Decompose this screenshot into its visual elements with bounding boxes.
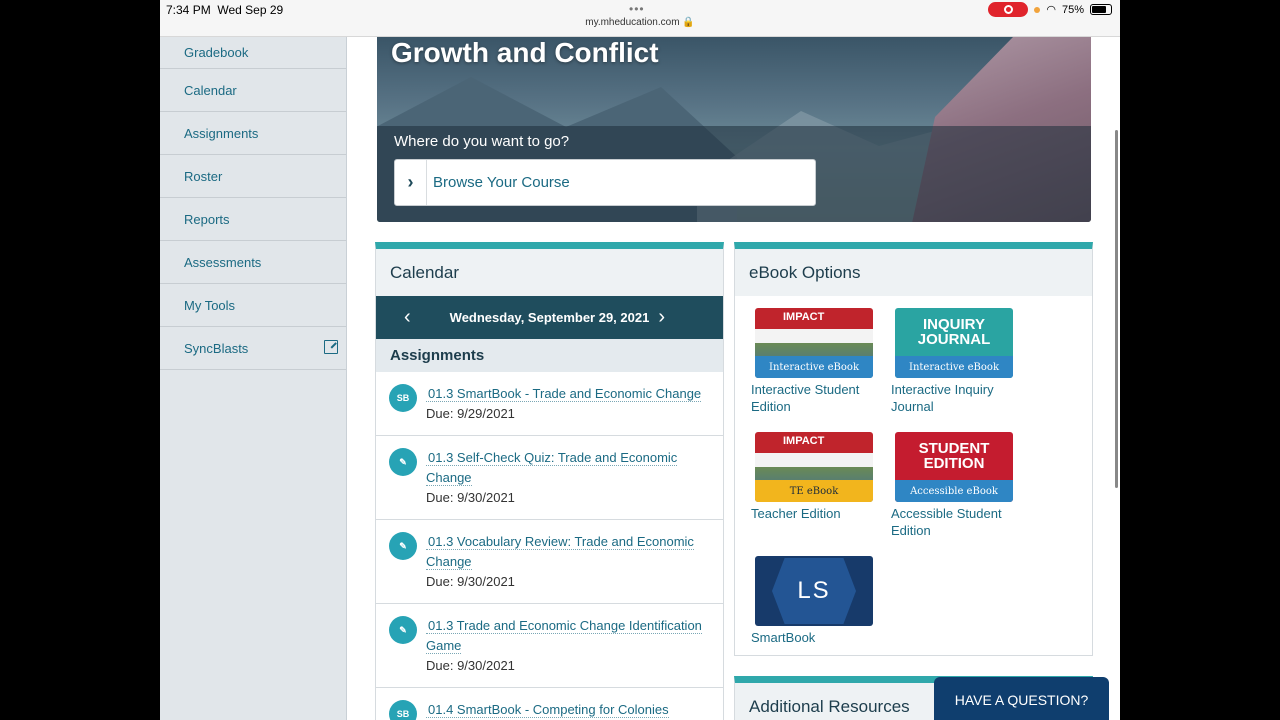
due-date: Due: 9/30/2021 bbox=[426, 574, 515, 589]
sidebar-item-calendar[interactable]: Calendar bbox=[160, 69, 346, 112]
status-bar: 7:34 PM Wed Sep 29 ••• my.mheducation.co… bbox=[160, 0, 1120, 37]
sidebar-item-syncblasts[interactable]: SyncBlasts bbox=[160, 327, 346, 370]
sidebar-item-reports[interactable]: Reports bbox=[160, 198, 346, 241]
list-item: ✎ 01.3 Self-Check Quiz: Trade and Econom… bbox=[376, 436, 723, 520]
ebook-inquiry-journal[interactable]: INQUIRY JOURNAL Interactive eBook Intera… bbox=[891, 308, 1021, 415]
smartbook-icon: SB bbox=[389, 700, 417, 720]
list-item: ✎ 01.3 Vocabulary Review: Trade and Econ… bbox=[376, 520, 723, 604]
ebook-cover: INQUIRY JOURNAL Interactive eBook bbox=[895, 308, 1013, 378]
status-icons: ◠ 75% bbox=[988, 2, 1112, 17]
battery-icon bbox=[1090, 4, 1112, 15]
assignment-link[interactable]: 01.3 SmartBook - Trade and Economic Chan… bbox=[426, 386, 702, 402]
ebook-interactive-student[interactable]: IMPACT Interactive eBook Interactive Stu… bbox=[751, 308, 881, 415]
ebook-smartbook[interactable]: LS SmartBook bbox=[751, 556, 881, 646]
ebook-cover: STUDENT EDITION Accessible eBook bbox=[895, 432, 1013, 502]
sidebar-item-assessments[interactable]: Assessments bbox=[160, 241, 346, 284]
ebook-teacher-edition[interactable]: IMPACT TE eBook Teacher Edition bbox=[751, 432, 881, 522]
due-date: Due: 9/30/2021 bbox=[426, 658, 515, 673]
ebook-options-card: eBook Options IMPACT Interactive eBook I… bbox=[734, 242, 1093, 656]
calendar-card: Calendar ‹ Wednesday, September 29, 2021… bbox=[375, 242, 724, 720]
calendar-heading: Calendar bbox=[376, 249, 723, 296]
sidebar-item-assignments[interactable]: Assignments bbox=[160, 112, 346, 155]
screen-record-icon[interactable] bbox=[988, 2, 1029, 17]
date-navigator: ‹ Wednesday, September 29, 2021 › bbox=[376, 296, 723, 339]
multitask-dots-icon[interactable]: ••• bbox=[629, 2, 645, 16]
ebook-badge: Interactive eBook bbox=[895, 356, 1013, 378]
ebook-options-heading: eBook Options bbox=[735, 249, 1092, 296]
battery-percent: 75% bbox=[1061, 3, 1084, 16]
sidebar-item-roster[interactable]: Roster bbox=[160, 155, 346, 198]
due-date: Due: 9/29/2021 bbox=[426, 406, 515, 421]
ebook-cover: IMPACT TE eBook bbox=[755, 432, 873, 502]
browser-screen: 7:34 PM Wed Sep 29 ••• my.mheducation.co… bbox=[160, 0, 1120, 720]
assignment-link[interactable]: 01.3 Vocabulary Review: Trade and Econom… bbox=[426, 534, 694, 570]
browse-course-label: Browse Your Course bbox=[433, 174, 570, 191]
ebook-cover: IMPACT Interactive eBook bbox=[755, 308, 873, 378]
assignment-link[interactable]: 01.4 SmartBook - Competing for Colonies bbox=[426, 702, 669, 718]
due-date: Due: 9/30/2021 bbox=[426, 490, 515, 505]
chevron-left-icon[interactable]: ‹ bbox=[404, 306, 411, 329]
list-item: SB 01.3 SmartBook - Trade and Economic C… bbox=[376, 372, 723, 436]
address-bar[interactable]: my.mheducation.com 🔒 bbox=[160, 17, 1120, 28]
assignment-link[interactable]: 01.3 Self-Check Quiz: Trade and Economic… bbox=[426, 450, 678, 486]
ebook-cover: LS bbox=[755, 556, 873, 626]
external-link-icon bbox=[324, 340, 338, 354]
ebook-badge: Accessible eBook bbox=[895, 480, 1013, 502]
list-item: ✎ 01.3 Trade and Economic Change Identif… bbox=[376, 604, 723, 688]
ebook-badge: Interactive eBook bbox=[755, 356, 873, 378]
browse-course-button[interactable]: › Browse Your Course bbox=[394, 159, 816, 206]
ebook-label: Interactive Inquiry Journal bbox=[891, 382, 994, 414]
ebook-label: Interactive Student Edition bbox=[751, 382, 860, 414]
sidebar-item-my-tools[interactable]: My Tools bbox=[160, 284, 346, 327]
ebook-badge: TE eBook bbox=[755, 480, 873, 502]
smartbook-icon: SB bbox=[389, 384, 417, 412]
chevron-right-icon[interactable]: › bbox=[658, 306, 665, 329]
status-time-date: 7:34 PM Wed Sep 29 bbox=[166, 3, 284, 17]
wifi-icon: ◠ bbox=[1046, 4, 1056, 16]
ebook-label: Teacher Edition bbox=[751, 506, 841, 521]
course-title: Growth and Conflict bbox=[391, 37, 659, 68]
page-scrollbar[interactable] bbox=[1115, 130, 1118, 488]
have-a-question-button[interactable]: HAVE A QUESTION? bbox=[934, 677, 1109, 720]
sidebar-nav: Gradebook Calendar Assignments Roster Re… bbox=[160, 37, 347, 720]
mic-indicator-icon bbox=[1034, 6, 1041, 13]
list-item: SB 01.4 SmartBook - Competing for Coloni… bbox=[376, 688, 723, 720]
assignment-link[interactable]: 01.3 Trade and Economic Change Identific… bbox=[426, 618, 702, 654]
sidebar-item-gradebook[interactable]: Gradebook bbox=[160, 37, 346, 69]
chevron-right-icon: › bbox=[395, 160, 427, 205]
course-hero-banner: Growth and Conflict Where do you want to… bbox=[377, 37, 1091, 222]
ebook-accessible-student[interactable]: STUDENT EDITION Accessible eBook Accessi… bbox=[891, 432, 1021, 539]
quiz-icon: ✎ bbox=[389, 616, 417, 644]
ebook-label: SmartBook bbox=[751, 630, 816, 645]
ebook-label: Accessible Student Edition bbox=[891, 506, 1002, 538]
current-date: Wednesday, September 29, 2021 bbox=[449, 310, 650, 325]
navigation-question: Where do you want to go? bbox=[394, 133, 570, 150]
quiz-icon: ✎ bbox=[389, 448, 417, 476]
assignments-heading: Assignments bbox=[376, 339, 723, 372]
quiz-icon: ✎ bbox=[389, 532, 417, 560]
